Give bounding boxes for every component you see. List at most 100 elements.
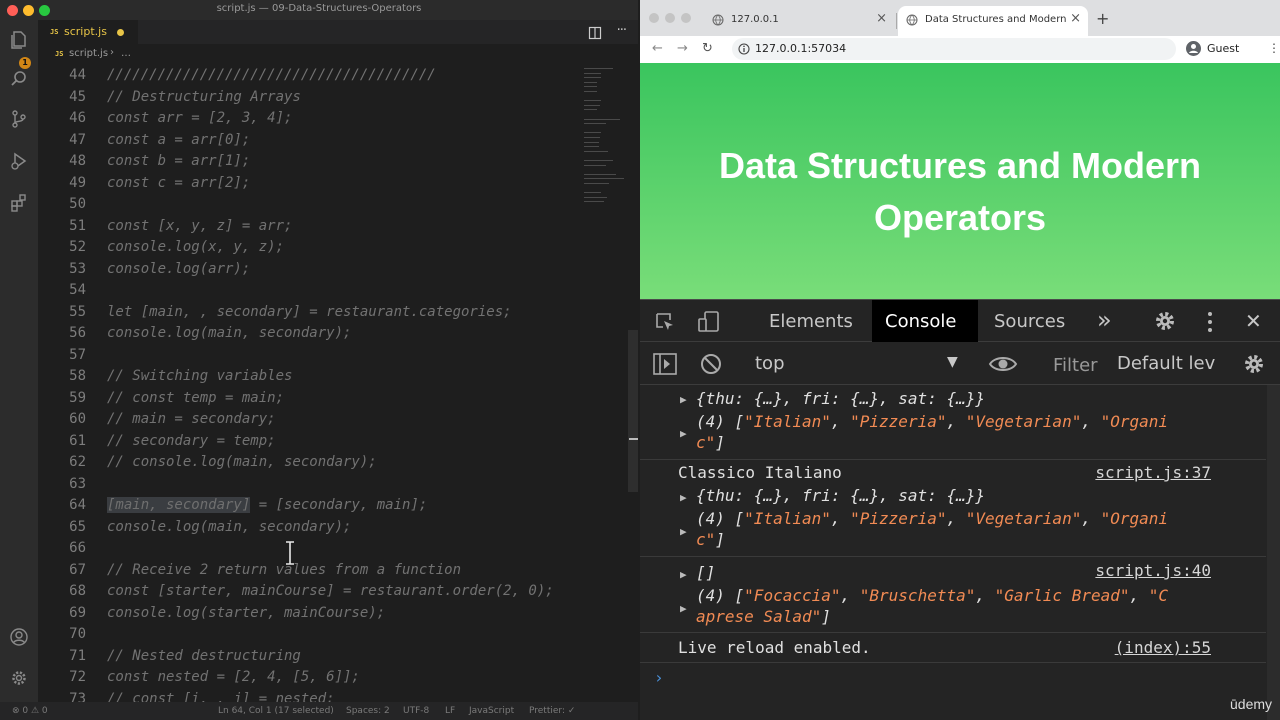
code-line[interactable]: const [starter, mainCourse] = restaurant… — [107, 583, 554, 599]
code-line[interactable]: console.log(starter, mainCourse); — [107, 605, 385, 621]
forward-button[interactable]: → — [677, 41, 688, 56]
cursor-position-status[interactable]: Ln 64, Col 1 (17 selected) — [218, 706, 334, 716]
source-control-icon[interactable] — [9, 109, 29, 129]
console-output[interactable]: ▶ {thu: {…}, fri: {…}, sat: {…}} ▶ (4) [… — [640, 385, 1266, 720]
expand-triangle-icon[interactable]: ▶ — [680, 393, 687, 406]
context-selector[interactable]: top — [755, 353, 785, 374]
console-object[interactable]: {thu: {…}, fri: {…}, sat: {…}} — [696, 389, 985, 408]
breadcrumb-file[interactable]: script.js — [69, 48, 108, 59]
more-actions-icon[interactable]: ··· — [617, 23, 627, 38]
url-text[interactable]: 127.0.0.1:57034 — [755, 42, 846, 55]
show-sidebar-icon[interactable] — [652, 352, 678, 376]
console-settings-gear-icon[interactable] — [1242, 352, 1266, 376]
code-line[interactable]: // Destructuring Arrays — [107, 89, 301, 105]
run-debug-icon[interactable] — [9, 151, 29, 171]
account-icon[interactable] — [9, 627, 29, 647]
code-line[interactable]: [main, secondary] = [secondary, main]; — [107, 497, 427, 513]
indentation-status[interactable]: Spaces: 2 — [346, 706, 390, 716]
maximize-window-button[interactable] — [681, 13, 691, 23]
more-tabs-icon[interactable]: » — [1097, 306, 1112, 334]
address-bar[interactable]: 127.0.0.1:57034 — [732, 38, 1176, 60]
minimap-line — [584, 100, 601, 102]
code-line[interactable]: // secondary = temp; — [107, 433, 276, 449]
new-tab-button[interactable]: + — [1096, 9, 1109, 28]
code-editor[interactable]: 44 //////////////////////////////////////… — [38, 64, 582, 702]
profile-button[interactable]: Guest — [1186, 39, 1262, 59]
editor-scrollbar-thumb[interactable] — [628, 330, 638, 492]
eol-status[interactable]: LF — [445, 706, 455, 716]
console-array[interactable]: (4) ["Focaccia", "Bruschetta", "Garlic B… — [696, 586, 1168, 605]
breadcrumb-symbols[interactable]: … — [121, 48, 131, 59]
console-array[interactable]: (4) ["Italian", "Pizzeria", "Vegetarian"… — [696, 412, 1168, 431]
reload-button[interactable]: ↻ — [702, 41, 713, 56]
back-button[interactable]: ← — [652, 41, 663, 56]
device-toolbar-icon[interactable] — [697, 310, 721, 334]
close-tab-icon[interactable]: × — [1070, 11, 1081, 26]
expand-triangle-icon[interactable]: ▶ — [680, 602, 687, 615]
console-array[interactable]: (4) ["Italian", "Pizzeria", "Vegetarian"… — [696, 509, 1168, 528]
code-line[interactable]: const b = arr[1]; — [107, 153, 250, 169]
console-scrollbar[interactable] — [1267, 385, 1280, 720]
code-line[interactable]: console.log(main, secondary); — [107, 519, 351, 535]
code-line[interactable]: // main = secondary; — [107, 411, 276, 427]
unsaved-dot-icon[interactable] — [117, 29, 124, 36]
code-line[interactable]: // const temp = main; — [107, 390, 284, 406]
manage-gear-icon[interactable] — [9, 668, 29, 688]
code-line[interactable]: console.log(x, y, z); — [107, 239, 284, 255]
tab-console[interactable]: Console — [872, 300, 978, 342]
expand-triangle-icon[interactable]: ▶ — [680, 568, 687, 581]
extensions-icon[interactable] — [9, 193, 29, 213]
log-levels-dropdown[interactable]: Default levels — [1117, 353, 1215, 374]
tab-elements[interactable]: Elements — [769, 311, 853, 332]
expand-triangle-icon[interactable]: ▶ — [680, 427, 687, 440]
chrome-menu-icon[interactable]: ⋮ — [1268, 41, 1280, 55]
code-line[interactable]: // console.log(main, secondary); — [107, 454, 377, 470]
tab-sources[interactable]: Sources — [994, 311, 1065, 332]
code-line[interactable]: // Receive 2 return values from a functi… — [107, 562, 461, 578]
clear-console-icon[interactable] — [699, 352, 723, 376]
settings-gear-icon[interactable] — [1153, 309, 1177, 333]
code-line[interactable]: let [main, , secondary] = restaurant.cat… — [107, 304, 512, 320]
close-window-button[interactable] — [649, 13, 659, 23]
code-line[interactable]: // const [i, , j] = nested; — [107, 691, 335, 703]
code-line[interactable]: const arr = [2, 3, 4]; — [107, 110, 292, 126]
problems-status[interactable]: ⊗ 0 ⚠ 0 — [12, 706, 48, 716]
selected-text[interactable]: [main, secondary] — [107, 497, 251, 513]
browser-tab-localhost[interactable]: 127.0.0.1 × — [704, 6, 894, 36]
console-prompt[interactable]: › — [654, 668, 664, 687]
encoding-status[interactable]: UTF-8 — [403, 706, 429, 716]
minimap[interactable] — [582, 64, 626, 214]
code-line[interactable]: const c = arr[2]; — [107, 175, 250, 191]
browser-tab-active[interactable]: Data Structures and Modern Operators × — [898, 6, 1088, 36]
minimize-window-button[interactable] — [665, 13, 675, 23]
code-line[interactable]: const a = arr[0]; — [107, 132, 250, 148]
expand-triangle-icon[interactable]: ▶ — [680, 491, 687, 504]
console-object[interactable]: {thu: {…}, fri: {…}, sat: {…}} — [696, 486, 985, 505]
eye-icon[interactable] — [988, 354, 1018, 374]
expand-triangle-icon[interactable]: ▶ — [680, 525, 687, 538]
code-line[interactable]: console.log(arr); — [107, 261, 250, 277]
code-line[interactable]: // Switching variables — [107, 368, 292, 384]
search-icon[interactable] — [9, 69, 29, 89]
code-line[interactable]: // Nested destructuring — [107, 648, 301, 664]
filter-input[interactable]: Filter — [1053, 355, 1098, 376]
close-tab-icon[interactable]: × — [876, 11, 887, 26]
explorer-icon[interactable] — [9, 29, 29, 49]
code-line[interactable]: const nested = [2, 4, [5, 6]]; — [107, 669, 360, 685]
code-line[interactable]: const [x, y, z] = arr; — [107, 218, 292, 234]
source-link[interactable]: script.js:37 — [1095, 463, 1211, 482]
tab-script-js[interactable]: JS script.js — [38, 20, 138, 44]
language-status[interactable]: JavaScript — [469, 706, 514, 716]
code-line[interactable]: console.log(main, secondary); — [107, 325, 351, 341]
kebab-menu-icon[interactable] — [1205, 311, 1215, 333]
inspect-element-icon[interactable] — [654, 311, 676, 333]
prettier-status[interactable]: Prettier: ✓ — [529, 706, 575, 716]
code-line[interactable]: /////////////////////////////////////// — [107, 67, 436, 83]
split-editor-icon[interactable] — [588, 25, 602, 40]
close-devtools-icon[interactable]: ✕ — [1245, 309, 1262, 333]
source-link[interactable]: (index):55 — [1115, 638, 1211, 657]
source-link[interactable]: script.js:40 — [1095, 561, 1211, 580]
console-array[interactable]: [] — [696, 563, 715, 582]
chevron-down-icon[interactable]: ▼ — [947, 354, 958, 370]
info-icon[interactable] — [738, 43, 750, 55]
